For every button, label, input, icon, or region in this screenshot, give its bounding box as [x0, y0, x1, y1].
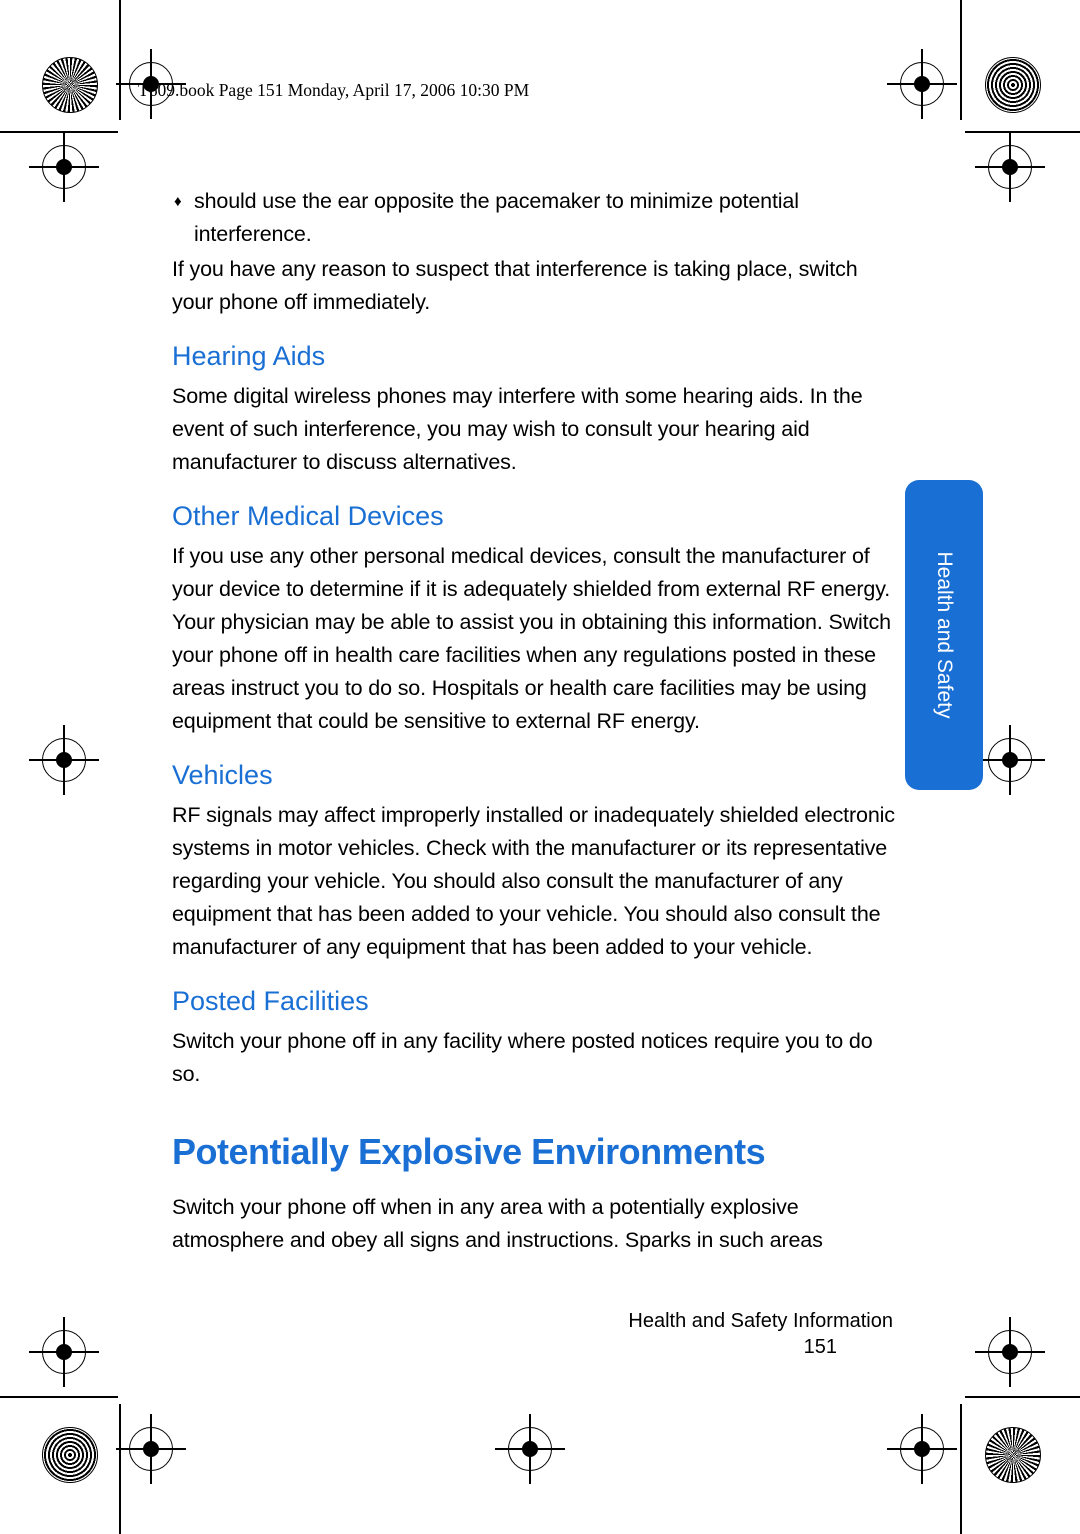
crop-line-top-right [965, 131, 1080, 133]
registration-mark-bottom-right [887, 1414, 957, 1484]
registration-mark-bottom-center [495, 1414, 565, 1484]
diamond-bullet-icon: ♦ [174, 193, 182, 210]
side-thumb-tab: Health and Safety [905, 480, 983, 790]
crop-line-right-bottom [960, 1404, 962, 1534]
footer-page-number: 151 [803, 1336, 837, 1358]
crop-line-top-left [0, 131, 118, 133]
heading-vehicles: Vehicles [172, 760, 273, 790]
crop-line-left-top [119, 0, 121, 120]
registration-mark-bottom-left [116, 1414, 186, 1484]
footer-chapter-name: Health and Safety Information [628, 1310, 893, 1332]
explosive-environments-paragraph: Switch your phone off when in any area w… [172, 1195, 823, 1252]
registration-mark-right-middle [975, 725, 1045, 795]
heading-hearing-aids: Hearing Aids [172, 341, 326, 371]
pacemaker-bullet-text: should use the ear opposite the pacemake… [194, 189, 799, 246]
registration-mark-left-middle [29, 725, 99, 795]
star-target-top-left [42, 57, 98, 113]
heading-other-medical-devices: Other Medical Devices [172, 501, 444, 531]
side-thumb-tab-label: Health and Safety [933, 551, 956, 719]
star-target-bottom-right [985, 1427, 1041, 1483]
vehicles-paragraph: RF signals may affect improperly install… [172, 803, 895, 959]
page-header-text: T609.book Page 151 Monday, April 17, 200… [138, 80, 530, 100]
registration-mark-right-upper [975, 132, 1045, 202]
posted-facilities-paragraph: Switch your phone off in any facility wh… [172, 1029, 873, 1086]
registration-mark-left-upper [29, 132, 99, 202]
heading-posted-facilities: Posted Facilities [172, 986, 369, 1016]
page-footer: Health and Safety Information 151 [172, 1310, 897, 1359]
registration-mark-top-right [887, 49, 957, 119]
registration-mark-right-lower [975, 1317, 1045, 1387]
crop-line-left-bottom [119, 1404, 121, 1534]
registration-mark-left-lower [29, 1317, 99, 1387]
other-medical-devices-paragraph: If you use any other personal medical de… [172, 544, 891, 733]
crop-line-bottom-left [0, 1396, 118, 1398]
ring-target-top-right [985, 57, 1041, 113]
section-title-potentially-explosive-environments: Potentially Explosive Environments [172, 1131, 766, 1172]
page-content: ♦ should use the ear opposite the pacema… [172, 185, 897, 1261]
crop-line-bottom-right [965, 1396, 1080, 1398]
crop-line-right-top [960, 0, 962, 120]
hearing-aids-paragraph: Some digital wireless phones may interfe… [172, 384, 863, 474]
interference-paragraph: If you have any reason to suspect that i… [172, 257, 858, 314]
pacemaker-bullet-paragraph: ♦ should use the ear opposite the pacema… [172, 185, 897, 251]
ring-target-bottom-left [42, 1427, 98, 1483]
